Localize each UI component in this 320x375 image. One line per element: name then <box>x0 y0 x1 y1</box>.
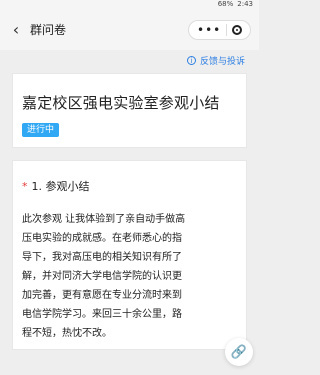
link-icon[interactable]: 🔗 <box>225 338 253 366</box>
mini-program-capsule: ••• <box>188 20 251 40</box>
capsule-divider <box>226 24 228 36</box>
required-mark: * <box>22 180 28 193</box>
app-title: 群问卷 <box>30 23 67 37</box>
status-icons: 68% 2:43 <box>218 0 253 8</box>
question-label: 1. 参观小结 <box>31 180 90 193</box>
survey-header-card: 嘉定校区强电实验室参观小结 进行中 <box>12 73 247 148</box>
status-bar: 68% 2:43 <box>0 0 259 9</box>
feedback-link[interactable]: i 反馈与投诉 <box>186 54 245 67</box>
status-badge: 进行中 <box>22 123 60 137</box>
question-card: * 1. 参观小结 此次参观 让我体验到了亲自动手做高 压电实验的成就感。在老师… <box>12 160 247 350</box>
battery-text: 68% <box>217 0 234 8</box>
navigation-bar: ‹ 群问卷 ••• <box>0 9 259 50</box>
more-icon[interactable]: ••• <box>197 24 221 36</box>
close-icon[interactable] <box>231 25 242 35</box>
chevron-left-icon[interactable]: ‹ <box>8 20 24 39</box>
survey-title: 嘉定校区强电实验室参观小结 <box>22 94 220 112</box>
time-text: 2:43 <box>237 0 253 8</box>
feedback-label: 反馈与投诉 <box>199 57 245 67</box>
info-icon: i <box>186 56 196 65</box>
answer-text[interactable]: 此次参观 让我体验到了亲自动手做高 压电实验的成就感。在老师悉心的指 导下，我对… <box>22 210 234 343</box>
question-header: * 1. 参观小结 <box>22 178 90 194</box>
